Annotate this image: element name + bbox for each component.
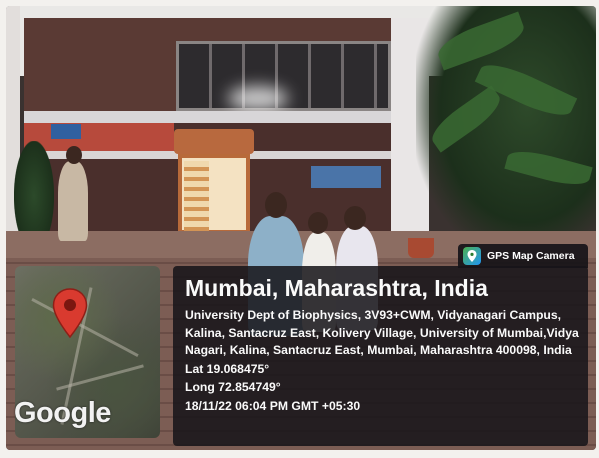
location-info-panel: Mumbai, Maharashtra, India University De… xyxy=(173,266,588,446)
gps-map-camera-icon xyxy=(463,247,481,265)
map-pin-icon xyxy=(52,288,88,339)
person-1-head xyxy=(265,192,287,218)
latitude: Lat 19.068475° xyxy=(185,361,270,376)
department-signboard xyxy=(311,166,381,188)
longitude: Long 72.854749° xyxy=(185,380,281,394)
door-grille xyxy=(184,161,209,231)
google-logo: Google xyxy=(14,397,111,429)
flower-pot xyxy=(408,238,434,258)
entrance-arch xyxy=(174,129,254,154)
gps-app-name: GPS Map Camera xyxy=(487,250,575,262)
location-title: Mumbai, Maharashtra, India xyxy=(185,275,488,301)
background-person xyxy=(58,161,88,241)
building-band xyxy=(24,111,409,123)
person-3-head xyxy=(344,206,366,230)
gps-map-camera-badge: GPS Map Camera xyxy=(458,244,588,268)
blue-sign xyxy=(51,124,81,139)
address-block: University Dept of Biophysics, 3V93+CWM,… xyxy=(185,307,579,360)
address-line: University Dept of Biophysics, 3V93+CWM,… xyxy=(185,308,562,322)
window-light xyxy=(228,86,288,111)
address-line: Kalina, Santacruz East, Kolivery Village… xyxy=(185,325,579,340)
timestamp: 18/11/22 06:04 PM GMT +05:30 xyxy=(185,398,361,413)
background-person-head xyxy=(66,146,82,164)
person-2-head xyxy=(308,212,328,234)
address-line: Nagari, Kalina, Santacruz East, Mumbai, … xyxy=(185,343,572,357)
